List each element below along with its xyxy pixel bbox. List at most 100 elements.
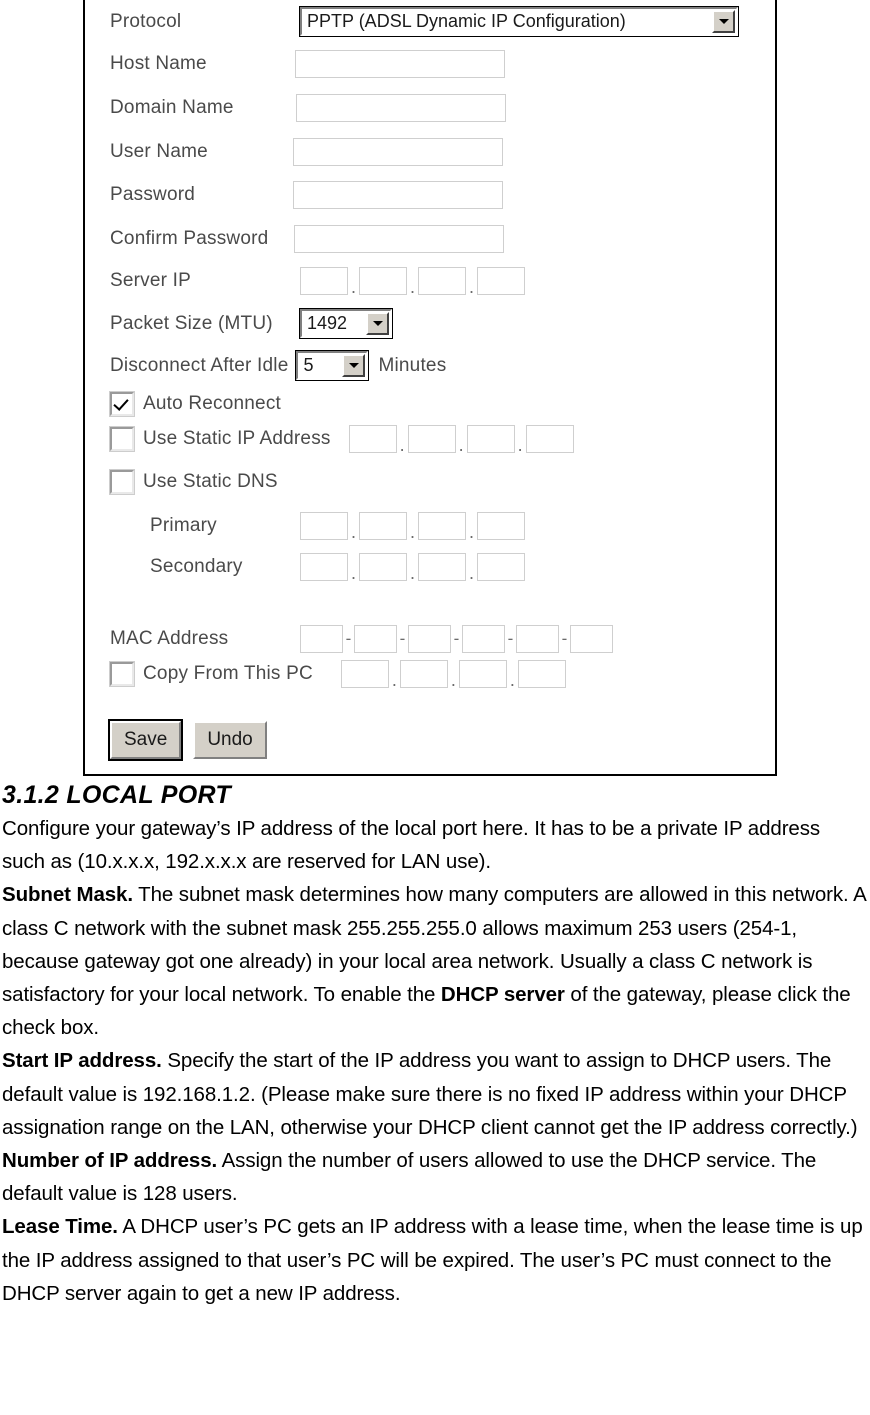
undo-button[interactable]: Undo: [193, 721, 267, 759]
mac-separator: -: [399, 629, 406, 648]
password-input[interactable]: [293, 181, 503, 209]
copy-pc-octet-4[interactable]: [517, 660, 566, 688]
disconnect-idle-label: Disconnect After Idle: [110, 354, 289, 376]
ip-separator: .: [350, 563, 356, 583]
save-button[interactable]: Save: [107, 719, 184, 761]
row-dns-primary: Primary . . .: [150, 512, 525, 542]
ip-separator: .: [450, 670, 456, 690]
paragraph-lease-time: Lease Time. A DHCP user’s PC gets an IP …: [2, 1210, 868, 1310]
ip-separator: .: [517, 435, 523, 455]
ip-separator: .: [350, 277, 356, 297]
row-packet-size: Packet Size (MTU) 1492: [110, 308, 393, 339]
user-name-input[interactable]: [293, 138, 503, 166]
auto-reconnect-checkbox[interactable]: [109, 391, 135, 417]
static-ip-octet-2[interactable]: [407, 425, 456, 453]
user-name-label: User Name: [110, 141, 208, 162]
lease-time-text: A DHCP user’s PC gets an IP address with…: [2, 1215, 863, 1305]
use-static-ip-checkbox[interactable]: [109, 426, 135, 452]
mac-octet-4[interactable]: [462, 625, 505, 653]
number-ip-lead: Number of IP address.: [2, 1149, 218, 1173]
copy-pc-octet-2[interactable]: [399, 660, 448, 688]
row-protocol: Protocol PPTP (ADSL Dynamic IP Configura…: [110, 6, 739, 37]
auto-reconnect-label: Auto Reconnect: [143, 393, 281, 414]
domain-name-label: Domain Name: [110, 97, 234, 118]
ip-separator: .: [468, 277, 474, 297]
row-server-ip: Server IP . . .: [110, 267, 525, 297]
row-use-static-ip: Use Static IP Address . . .: [109, 425, 574, 455]
dns-primary-octet-1[interactable]: [300, 512, 348, 540]
copy-from-pc-checkbox[interactable]: [109, 661, 135, 687]
protocol-select[interactable]: PPTP (ADSL Dynamic IP Configuration): [299, 6, 739, 37]
paragraph-subnet-mask: Subnet Mask. The subnet mask determines …: [2, 878, 868, 1044]
ip-separator: .: [468, 522, 474, 542]
row-action-buttons: Save Undo: [107, 719, 267, 761]
mac-octet-5[interactable]: [516, 625, 559, 653]
static-ip-octet-3[interactable]: [466, 425, 515, 453]
mac-octet-1[interactable]: [300, 625, 343, 653]
chevron-down-icon[interactable]: [712, 10, 735, 33]
chevron-down-icon[interactable]: [342, 354, 366, 377]
ip-separator: .: [409, 277, 415, 297]
start-ip-lead: Start IP address.: [2, 1049, 162, 1073]
row-mac-address: MAC Address - - - - -: [110, 625, 613, 653]
ip-separator: .: [409, 563, 415, 583]
row-domain-name: Domain Name: [110, 94, 506, 122]
row-password: Password: [110, 181, 503, 209]
row-use-static-dns: Use Static DNS: [109, 469, 278, 495]
dns-secondary-octet-1[interactable]: [300, 553, 348, 581]
mac-separator: -: [561, 629, 568, 648]
ip-separator: .: [458, 435, 464, 455]
use-static-dns-checkbox[interactable]: [109, 469, 135, 495]
server-ip-octet-4[interactable]: [477, 267, 525, 295]
use-static-ip-label: Use Static IP Address: [143, 428, 331, 449]
row-disconnect-idle: Disconnect After Idle 5 Minutes: [110, 350, 447, 381]
copy-pc-octet-3[interactable]: [458, 660, 507, 688]
dns-secondary-octet-3[interactable]: [418, 553, 466, 581]
dns-secondary-octet-4[interactable]: [477, 553, 525, 581]
copy-pc-octet-1[interactable]: [340, 660, 389, 688]
disconnect-idle-select[interactable]: 5: [295, 350, 370, 381]
use-static-dns-label: Use Static DNS: [143, 471, 278, 492]
mac-separator: -: [345, 629, 352, 648]
mac-separator: -: [453, 629, 460, 648]
document-body: 3.1.2 LOCAL PORT Configure your gateway’…: [2, 780, 868, 1310]
copy-from-pc-label: Copy From This PC: [143, 663, 313, 684]
packet-size-label: Packet Size (MTU): [110, 312, 273, 334]
protocol-label: Protocol: [110, 10, 182, 32]
lease-time-lead: Lease Time.: [2, 1215, 118, 1239]
paragraph-intro: Configure your gateway’s IP address of t…: [2, 812, 868, 878]
host-name-input[interactable]: [295, 50, 505, 78]
domain-name-input[interactable]: [296, 94, 506, 122]
ip-separator: .: [509, 670, 515, 690]
server-ip-octet-2[interactable]: [359, 267, 407, 295]
disconnect-idle-unit: Minutes: [378, 354, 447, 376]
disconnect-idle-value: 5: [298, 353, 342, 378]
ip-separator: .: [399, 435, 405, 455]
packet-size-select[interactable]: 1492: [299, 308, 393, 339]
paragraph-start-ip-address: Start IP address. Specify the start of t…: [2, 1044, 868, 1144]
dns-primary-octet-4[interactable]: [477, 512, 525, 540]
row-copy-from-pc: Copy From This PC . . .: [109, 660, 566, 690]
dns-primary-octet-2[interactable]: [359, 512, 407, 540]
confirm-password-input[interactable]: [294, 225, 504, 253]
mac-octet-3[interactable]: [408, 625, 451, 653]
row-confirm-password: Confirm Password: [110, 225, 504, 253]
protocol-select-value: PPTP (ADSL Dynamic IP Configuration): [302, 9, 711, 34]
dns-primary-octet-3[interactable]: [418, 512, 466, 540]
dhcp-server-bold: DHCP server: [440, 983, 565, 1007]
ip-separator: .: [409, 522, 415, 542]
static-ip-octet-4[interactable]: [525, 425, 574, 453]
row-auto-reconnect[interactable]: Auto Reconnect: [109, 391, 281, 417]
chevron-down-icon[interactable]: [366, 312, 389, 335]
static-ip-octet-1[interactable]: [348, 425, 397, 453]
server-ip-octet-3[interactable]: [418, 267, 466, 295]
ip-separator: .: [350, 522, 356, 542]
ip-separator: .: [391, 670, 397, 690]
dns-secondary-octet-2[interactable]: [359, 553, 407, 581]
mac-octet-6[interactable]: [570, 625, 613, 653]
row-dns-secondary: Secondary . . .: [150, 553, 525, 583]
server-ip-octet-1[interactable]: [300, 267, 348, 295]
password-label: Password: [110, 184, 196, 205]
mac-octet-2[interactable]: [354, 625, 397, 653]
mac-separator: -: [507, 629, 514, 648]
